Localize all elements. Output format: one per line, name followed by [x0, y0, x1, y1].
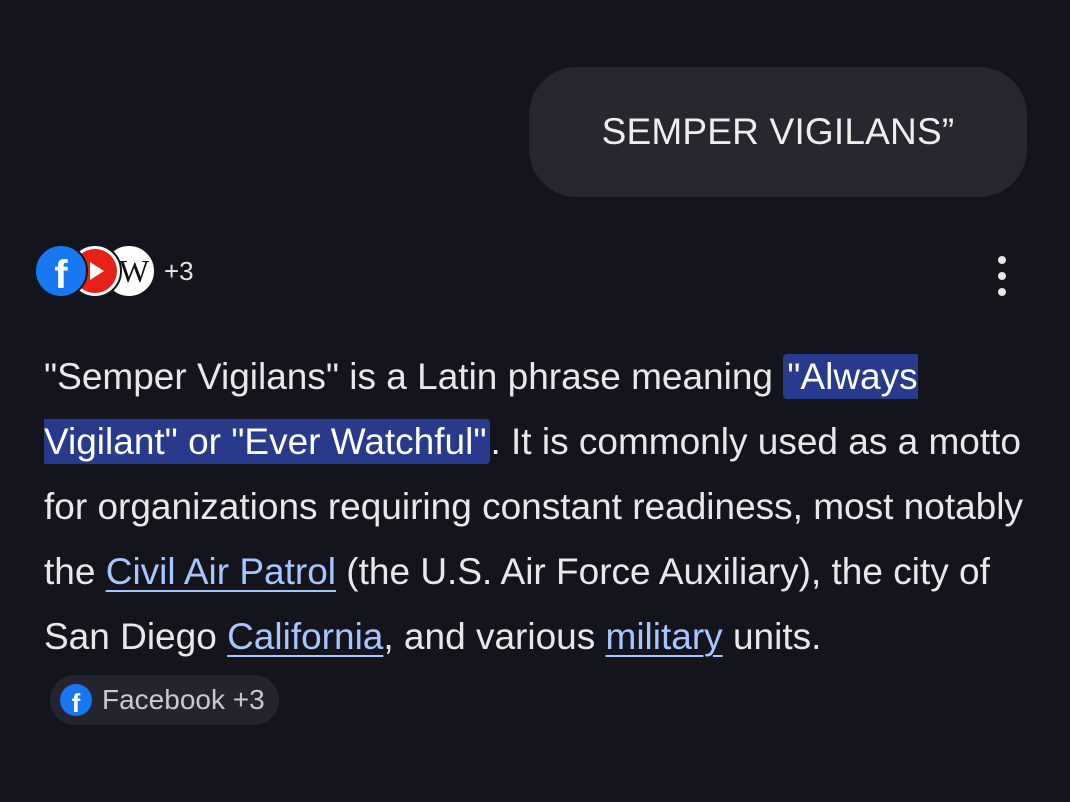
chat-screen: SEMPER VIGILANS” f W +3 "Semper Vigilans…	[0, 0, 1070, 802]
link-civil-air-patrol[interactable]: Civil Air Patrol	[106, 551, 336, 592]
more-sources-count[interactable]: +3	[164, 256, 194, 287]
answer-part-4: , and various	[383, 616, 606, 657]
sources-row[interactable]: f W +3	[34, 243, 194, 299]
link-california[interactable]: California	[227, 616, 383, 657]
answer-part-5: units.	[722, 616, 822, 657]
facebook-icon[interactable]: f	[34, 244, 88, 298]
user-query-text: SEMPER VIGILANS”	[601, 111, 955, 152]
answer-part-1: "Semper Vigilans" is a Latin phrase mean…	[44, 356, 784, 397]
more-options-icon[interactable]	[990, 256, 1014, 296]
user-query-bubble: SEMPER VIGILANS”	[529, 67, 1027, 197]
facebook-icon: f	[60, 684, 92, 717]
answer-text: "Semper Vigilans" is a Latin phrase mean…	[44, 344, 1034, 734]
link-military[interactable]: military	[606, 616, 723, 657]
citation-chip-label: Facebook +3	[102, 684, 265, 716]
citation-chip[interactable]: f Facebook +3	[50, 675, 279, 726]
